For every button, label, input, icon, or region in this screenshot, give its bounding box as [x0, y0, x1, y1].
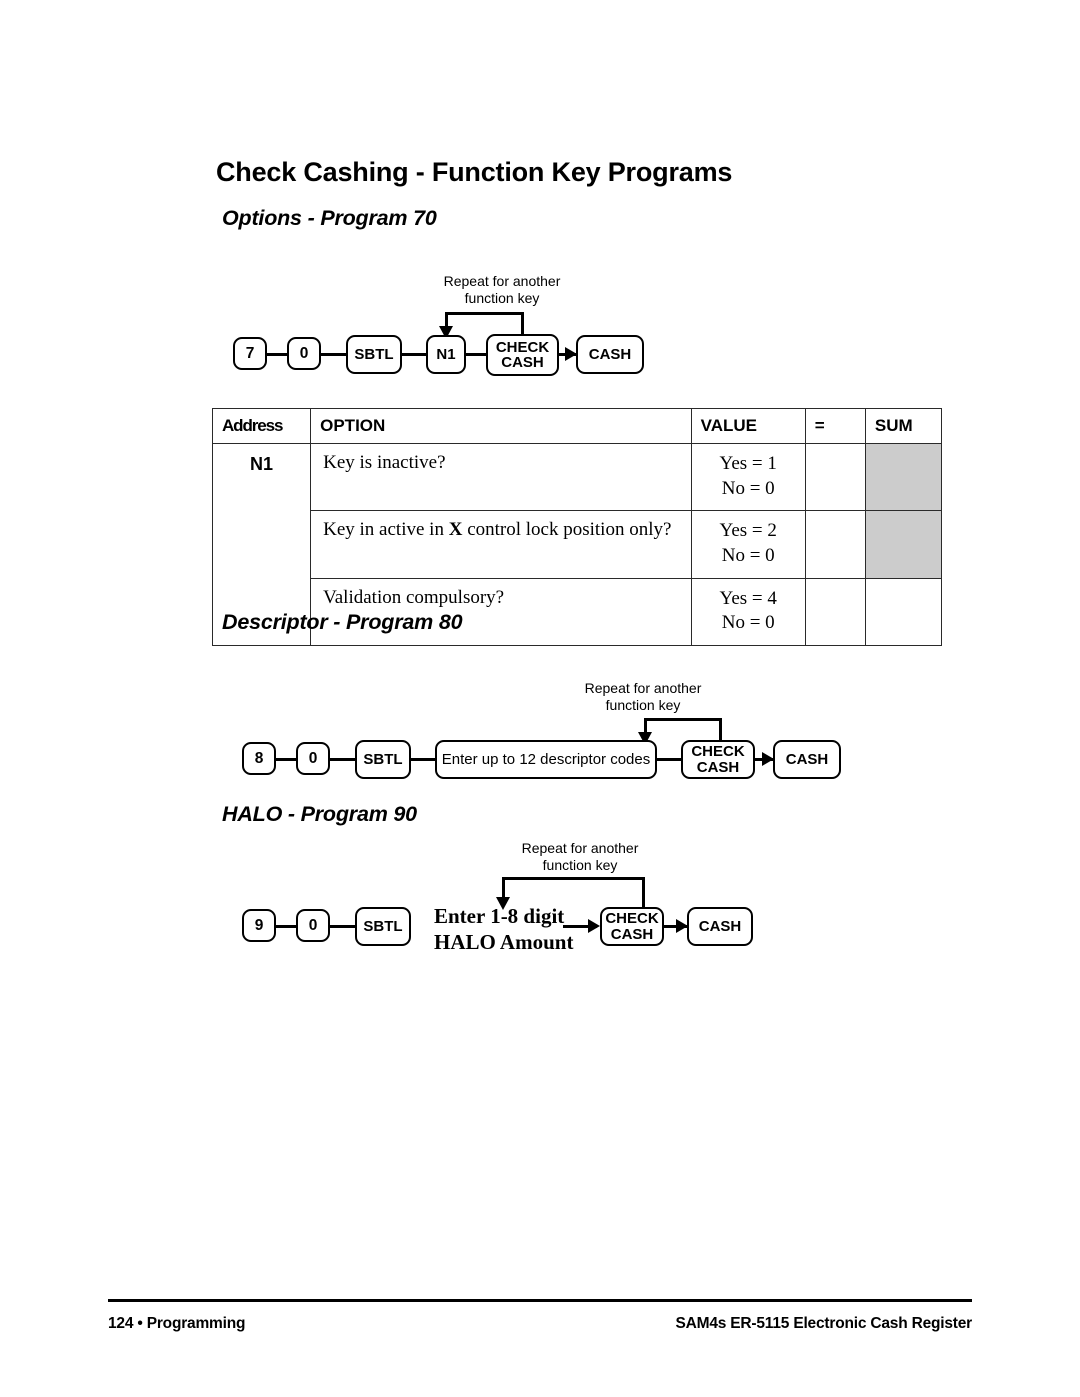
- key-9-label: 9: [254, 916, 264, 934]
- halo-amount-note: Enter 1-8 digit HALO Amount: [434, 904, 574, 955]
- key-check-cash-descriptor-line2: CASH: [696, 758, 740, 776]
- flow-diagram-options: Repeat for another function key 7 0 SBTL…: [0, 0, 1080, 400]
- key-check-cash-line2: CASH: [501, 354, 544, 371]
- key-cash-halo-label: CASH: [698, 917, 742, 935]
- entry-box-descriptor-codes[interactable]: Enter up to 12 descriptor codes: [435, 740, 657, 779]
- wire-0-to-sbtl: [320, 353, 348, 356]
- key-0-descriptor-label: 0: [308, 749, 318, 767]
- key-check-cash-options[interactable]: CHECK CASH: [486, 334, 559, 376]
- key-0-label: 0: [299, 344, 309, 362]
- column-header-value: VALUE: [690, 408, 806, 444]
- key-cash-descriptor-label: CASH: [785, 750, 829, 768]
- equals-cell-1[interactable]: [804, 442, 866, 512]
- footer-page-info: 124 • Programming: [108, 1315, 246, 1332]
- key-7-label: 7: [245, 344, 255, 362]
- value-cell-1: Yes = 1 No = 0: [690, 442, 806, 512]
- column-header-option: OPTION: [310, 408, 692, 444]
- key-cash-label: CASH: [588, 345, 632, 363]
- key-0-halo[interactable]: 0: [296, 909, 330, 942]
- key-check-cash-halo-line2: CASH: [610, 925, 654, 943]
- option-cell-1: Key is inactive?: [310, 442, 692, 512]
- sum-cell-2: [864, 510, 943, 579]
- equals-cell-3[interactable]: [804, 577, 866, 647]
- key-cash-options[interactable]: CASH: [576, 335, 644, 374]
- loop-wire-vertical-left-halo: [502, 877, 505, 899]
- loop-label-halo: Repeat for another function key: [521, 840, 639, 873]
- sum-cell-1: [864, 442, 943, 512]
- wire-0-to-sbtl-halo: [329, 925, 357, 928]
- key-n1[interactable]: N1: [426, 335, 466, 374]
- wire-7-to-0: [265, 353, 289, 356]
- document-page: Check Cashing - Function Key Programs Op…: [0, 0, 1080, 1397]
- value-cell-3: Yes = 4 No = 0: [690, 577, 806, 647]
- loop-wire-horizontal-descriptor: [644, 718, 722, 721]
- loop-label-descriptor: Repeat for another function key: [584, 680, 702, 713]
- wire-0-to-sbtl-descriptor: [329, 758, 357, 761]
- key-sbtl-halo-label: SBTL: [363, 917, 403, 935]
- key-sbtl-options[interactable]: SBTL: [346, 335, 402, 374]
- arrowhead-to-checkcash-halo: [588, 919, 600, 933]
- key-sbtl-descriptor-label: SBTL: [363, 750, 403, 768]
- table-row: N1 Key is inactive? Yes = 1 No = 0: [211, 442, 943, 647]
- option-text-post-2: control lock position only?: [462, 519, 672, 541]
- key-0-halo-label: 0: [308, 916, 318, 934]
- key-check-cash-descriptor-line1: CHECK: [691, 743, 745, 761]
- loop-arrowhead-halo: [496, 897, 510, 910]
- column-header-equals: =: [804, 408, 866, 444]
- option-text-pre-1: Key is inactive?: [323, 452, 446, 473]
- key-8[interactable]: 8: [242, 742, 276, 775]
- option-text-pre-3: Validation compulsory?: [323, 586, 505, 608]
- key-0-options[interactable]: 0: [287, 337, 321, 370]
- loop-wire-horizontal: [445, 312, 523, 315]
- column-header-sum: SUM: [864, 408, 943, 444]
- wire-entrybox-to-checkcash: [655, 758, 683, 761]
- key-cash-halo[interactable]: CASH: [687, 907, 753, 946]
- table-header-row: Address OPTION VALUE = SUM: [211, 408, 943, 444]
- footer-product-name: SAM4s ER-5115 Electronic Cash Register: [675, 1315, 973, 1332]
- wire-8-to-0: [274, 758, 298, 761]
- loop-wire-horizontal-halo: [502, 877, 645, 880]
- key-sbtl-label: SBTL: [354, 345, 394, 363]
- wire-sbtl-to-entrybox: [409, 758, 437, 761]
- key-n1-label: N1: [436, 345, 456, 363]
- section-heading-descriptor: Descriptor - Program 80: [222, 610, 463, 634]
- key-check-cash-halo[interactable]: CHECK CASH: [600, 907, 664, 946]
- key-7[interactable]: 7: [233, 337, 267, 370]
- option-cell-2: Key in active in X control lock position…: [310, 510, 692, 579]
- wire-9-to-0: [274, 925, 298, 928]
- option-text-bold-2: X: [448, 519, 463, 541]
- entry-box-label: Enter up to 12 descriptor codes: [441, 750, 651, 768]
- key-9[interactable]: 9: [242, 909, 276, 942]
- column-header-address: Address: [211, 408, 312, 444]
- loop-label-options: Repeat for another function key: [443, 273, 561, 306]
- key-check-cash-descriptor[interactable]: CHECK CASH: [681, 740, 755, 779]
- loop-wire-vertical-right-halo: [642, 877, 645, 911]
- footer-divider: [108, 1299, 972, 1302]
- sum-cell-3[interactable]: [864, 577, 943, 647]
- key-cash-descriptor[interactable]: CASH: [773, 740, 841, 779]
- table-row: Key in active in X control lock position…: [213, 510, 943, 579]
- key-0-descriptor[interactable]: 0: [296, 742, 330, 775]
- value-cell-2: Yes = 2 No = 0: [690, 510, 806, 579]
- wire-n1-to-checkcash: [464, 353, 488, 356]
- section-heading-halo: HALO - Program 90: [222, 802, 417, 826]
- option-text-pre-2: Key in active in: [323, 519, 449, 541]
- key-sbtl-descriptor[interactable]: SBTL: [355, 740, 411, 779]
- key-check-cash-line1: CHECK: [495, 338, 550, 356]
- key-sbtl-halo[interactable]: SBTL: [355, 907, 411, 946]
- loop-wire-vertical-right: [521, 312, 524, 336]
- key-check-cash-halo-line1: CHECK: [605, 910, 659, 928]
- wire-sbtl-to-n1: [400, 353, 428, 356]
- equals-cell-2[interactable]: [804, 510, 866, 579]
- key-8-label: 8: [254, 749, 264, 767]
